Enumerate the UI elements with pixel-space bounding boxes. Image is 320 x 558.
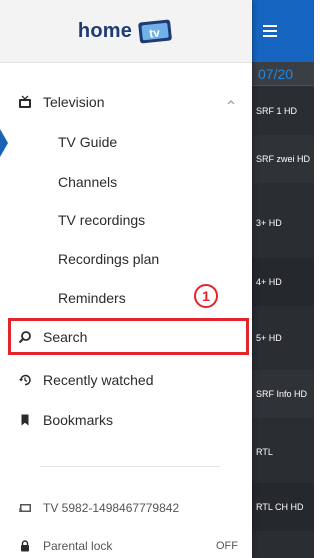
menu-item-label: TV recordings [58,212,146,228]
menu-item-label: Parental lock [43,539,113,553]
menu-item-channels[interactable]: Channels [0,168,252,196]
date-label: 07/20 [252,62,314,86]
channel-name: 5+ HD [256,333,282,343]
parental-lock-state: OFF [216,540,238,552]
channel-row[interactable]: RTL [252,428,314,476]
menu-item-tv-recordings[interactable]: TV recordings [0,206,252,234]
menu-item-recently-watched[interactable]: Recently watched [0,366,252,394]
channel-row[interactable]: 5+ HD [252,314,314,362]
device-label: TV 5982-1498467779842 [43,501,180,515]
menu-item-recordings-plan[interactable]: Recordings plan [0,245,252,273]
menu-item-label: Reminders [58,290,126,306]
menu-item-television[interactable]: Television [0,88,252,116]
history-icon [18,373,32,387]
menu-icon[interactable] [263,25,277,37]
search-highlight-box [8,318,249,355]
channel-row[interactable]: SRF 1 HD [252,87,314,135]
chevron-up-icon[interactable] [226,97,236,107]
step-annotation-badge: 1 [194,284,218,308]
app-toolbar [252,0,314,62]
menu-item-label: Recordings plan [58,251,160,267]
menu-item-tv-guide[interactable]: TV Guide [0,128,252,156]
channel-row[interactable]: RTL CH HD [252,483,314,531]
drawer-header: home tv [0,0,252,63]
cast-icon [18,501,32,515]
menu-item-label: Channels [58,174,118,190]
lock-icon [18,539,32,553]
device-info[interactable]: TV 5982-1498467779842 [0,496,252,520]
channel-name: 3+ HD [256,218,282,228]
channel-row[interactable]: 3+ HD [252,199,314,247]
app-logo: home tv [78,17,174,45]
channel-row[interactable]: SRF Info HD [252,370,314,418]
tv-logo-icon: tv [138,19,172,44]
background-epg: 07/20 SRF 1 HD SRF zwei HD 3+ HD 4+ HD 5… [252,0,314,558]
channel-name: RTL [256,447,273,457]
channel-name: SRF Info HD [256,389,308,399]
channel-name: 4+ HD [256,277,282,287]
navigation-drawer: home tv Television TV Guide Channels TV … [0,0,252,558]
channel-row[interactable]: 4+ HD [252,258,314,306]
channel-name: SRF 1 HD [256,106,298,116]
menu-item-label: TV Guide [58,134,118,150]
channel-name: SRF zwei HD [256,154,311,164]
menu-item-label: Recently watched [43,372,154,388]
menu-item-bookmarks[interactable]: Bookmarks [0,406,252,434]
bookmark-icon [18,413,32,427]
tv-icon [18,95,32,109]
menu-item-label: Television [43,94,105,110]
logo-badge-text: tv [149,26,161,41]
channel-name: RTL CH HD [256,502,304,512]
logo-text: home [77,19,133,42]
channel-row[interactable]: SRF zwei HD [252,135,314,183]
menu-divider [40,466,220,467]
menu-item-label: Bookmarks [43,412,114,428]
menu-item-parental-lock[interactable]: Parental lock OFF [0,534,252,558]
